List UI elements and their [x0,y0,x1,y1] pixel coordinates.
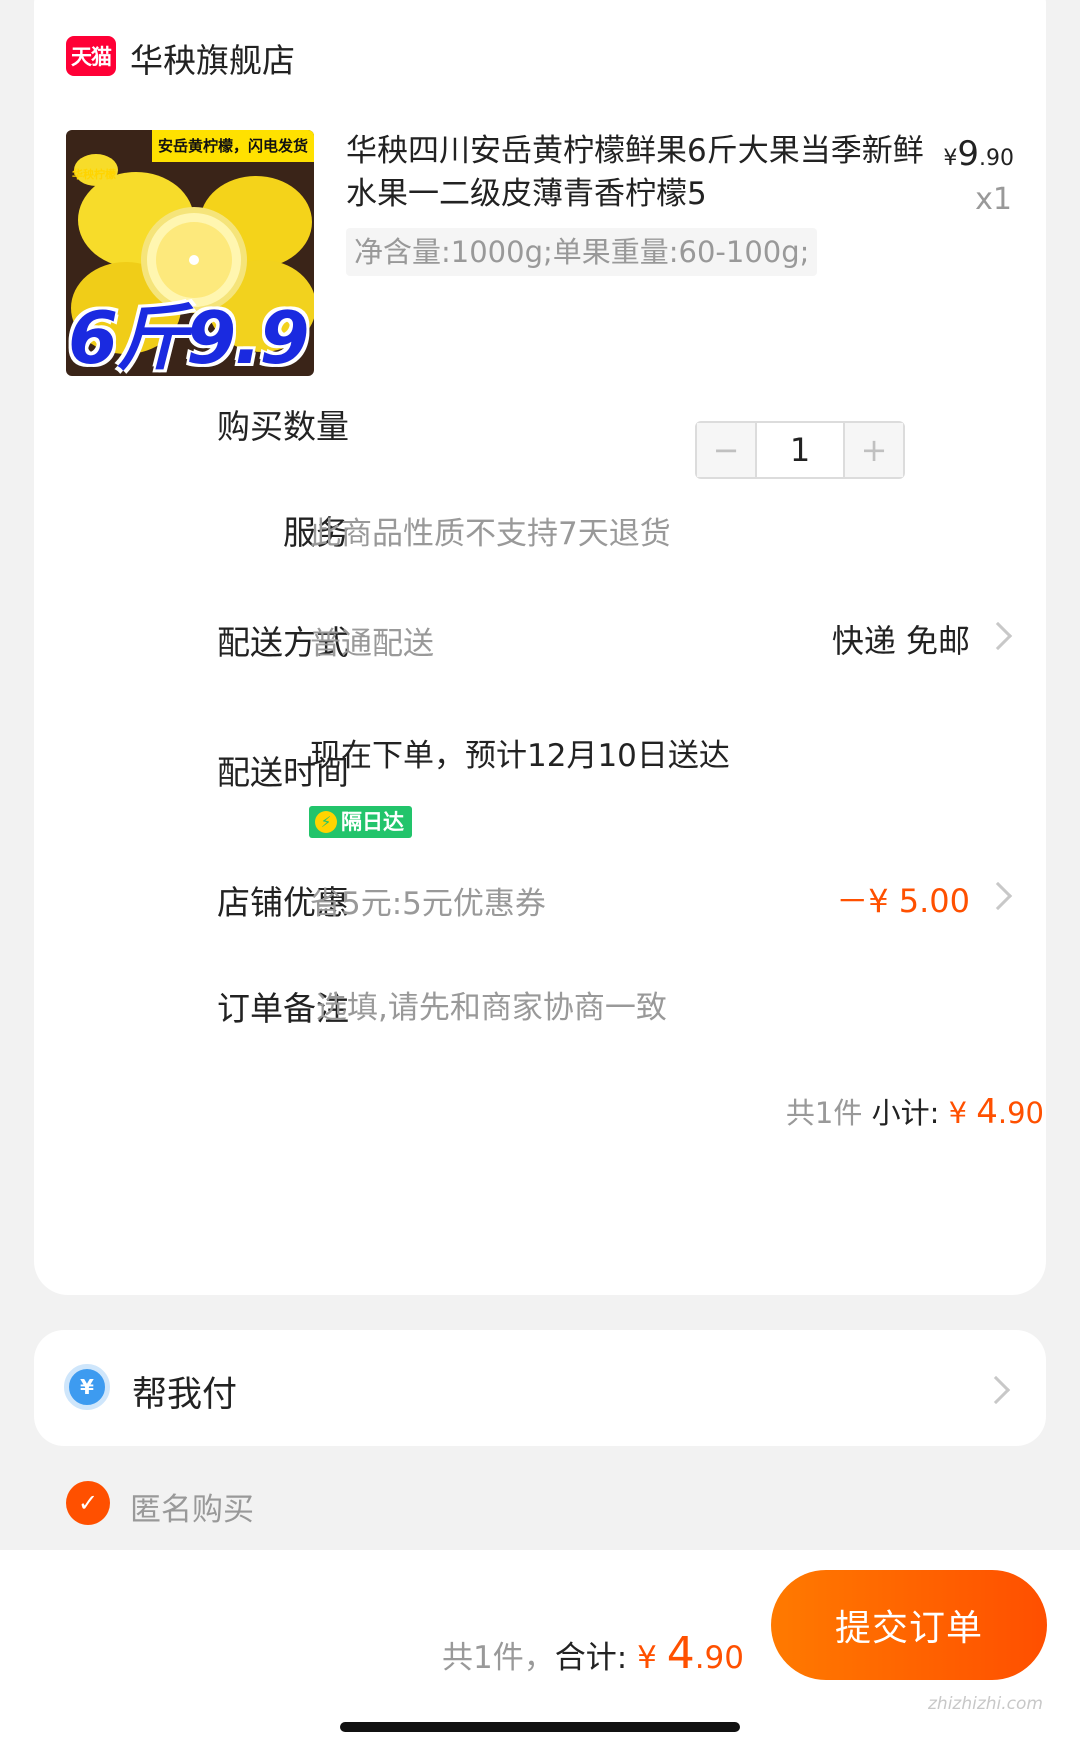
quantity-value[interactable]: 1 [755,423,845,477]
watermark: zhizhizhi.com [928,1694,1043,1714]
bottom-bar: 共1件，合计: ¥ 4.90 提交订单 zhizhizhi.com [0,1550,1080,1743]
total-dec: .90 [694,1640,744,1676]
product-image[interactable]: 安岳黄柠檬，闪电发货 华秧柠檬 6斤9.9 [66,130,314,376]
subtotal-label: 小计: [871,1096,940,1130]
delivery-value[interactable]: 普通配送 [310,618,434,663]
anonymous-label[interactable]: 匿名购买 [130,1484,254,1529]
price-dec: .90 [979,146,1014,171]
subtotal-count: 共1件 [785,1096,863,1130]
price-int: 9 [957,134,979,174]
lightning-icon: ⚡ [315,811,337,833]
total-label: 合计: [554,1640,628,1676]
quantity-label: 购买数量 [217,407,349,446]
total-symbol: ¥ [637,1640,657,1676]
chevron-right-icon[interactable] [981,1375,1011,1405]
price-symbol: ¥ [943,146,958,171]
note-input[interactable]: 选填,请先和商家协商一致 [316,982,667,1027]
total-count: 共1件， [442,1640,555,1676]
subtotal-int: 4 [976,1092,998,1132]
discount-value[interactable]: 省5元:5元优惠券 [310,878,546,923]
product-price: ¥9.90 [943,134,1014,174]
subtotal: 共1件 小计: ¥ 4.90 [786,1090,1044,1132]
total-summary: 共1件，合计: ¥ 4.90 [442,1628,744,1679]
tmall-logo-icon: 天猫 [66,36,116,76]
product-title[interactable]: 华秧四川安岳黄柠檬鲜果6斤大果当季新鲜水果一二级皮薄青香柠檬5 [346,130,936,216]
service-value: 此商品性质不支持7天退货 [310,516,671,552]
decrease-button[interactable]: − [697,423,755,477]
pay-help-row[interactable]: ¥ 帮我付 [34,1330,1046,1446]
discount-amount[interactable]: －¥ 5.00 [836,876,970,922]
product-image-price: 6斤9.9 [68,296,310,376]
submit-order-button[interactable]: 提交订单 [771,1570,1047,1680]
subtotal-amount: ¥ 4.90 [948,1092,1044,1132]
product-quantity: x1 [975,182,1012,217]
anonymous-checkbox[interactable]: ✓ [66,1481,110,1525]
total-int: 4 [666,1628,695,1679]
pay-help-label: 帮我付 [132,1375,238,1415]
yuan-icon: ¥ [64,1364,110,1410]
product-spec[interactable]: 净含量:1000g;单果重量:60-100g; [346,228,818,276]
product-image-brand: 华秧柠檬 [72,168,116,181]
quantity-stepper: − 1 + [695,421,905,479]
product-image-tag: 安岳黄柠檬，闪电发货 [151,130,314,162]
total-amount: ¥ 4.90 [637,1628,744,1679]
home-indicator[interactable] [340,1722,740,1732]
subtotal-symbol: ¥ [948,1096,968,1130]
increase-button[interactable]: + [845,423,903,477]
subtotal-dec: .90 [997,1096,1044,1130]
delivery-option[interactable]: 快递 免邮 [832,616,970,662]
next-day-badge: ⚡ 隔日达 [309,806,412,838]
next-day-badge-label: 隔日达 [341,810,404,834]
shop-name[interactable]: 华秧旗舰店 [130,34,295,82]
delivery-time-value: 现在下单，预计12月10日送达 [310,738,730,774]
